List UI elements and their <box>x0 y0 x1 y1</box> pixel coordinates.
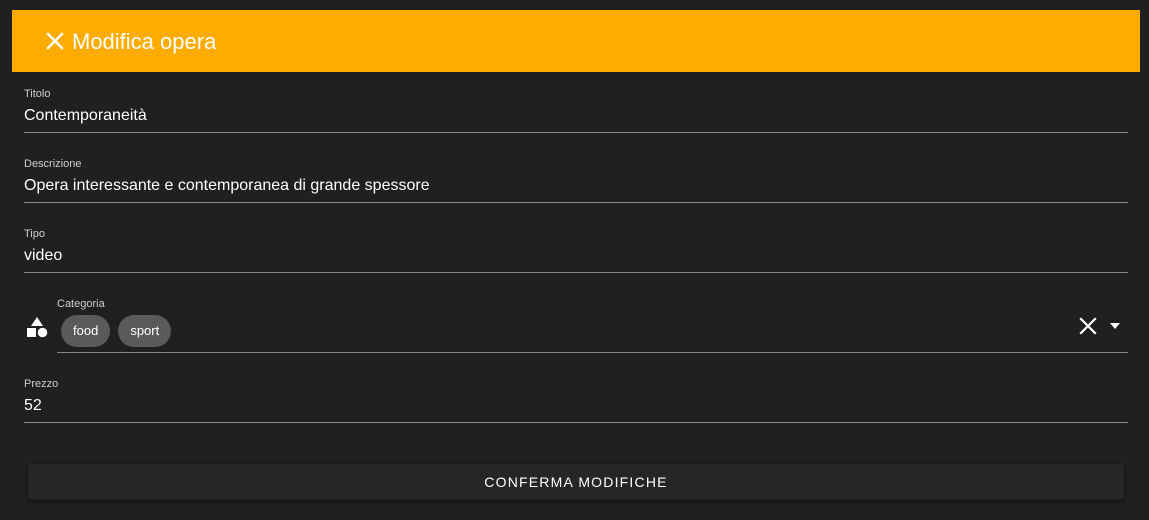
shapes-icon <box>27 317 48 338</box>
titolo-label: Titolo <box>24 88 51 100</box>
chip-food[interactable]: food <box>61 315 111 347</box>
descrizione-label: Descrizione <box>24 158 82 170</box>
tipo-input[interactable]: video <box>24 246 1128 266</box>
prezzo-label: Prezzo <box>24 378 59 390</box>
categoria-label: Categoria <box>57 298 105 310</box>
close-icon[interactable] <box>45 31 65 51</box>
clear-icon[interactable] <box>1079 317 1097 335</box>
chip-sport[interactable]: sport <box>118 315 172 347</box>
confirm-button[interactable]: CONFERMA MODIFICHE <box>28 464 1124 500</box>
categoria-chips: food sport <box>61 315 172 347</box>
prezzo-field[interactable]: Prezzo 52 <box>24 378 1128 423</box>
categoria-field[interactable]: Categoria food sport <box>57 298 1128 353</box>
dialog-header: Modifica opera <box>12 10 1140 72</box>
dialog-title: Modifica opera <box>72 29 217 54</box>
chevron-down-icon[interactable] <box>1109 322 1121 330</box>
prezzo-input[interactable]: 52 <box>24 396 1128 416</box>
edit-dialog: Modifica opera Titolo Contemporaneità De… <box>0 0 1149 520</box>
descrizione-field[interactable]: Descrizione Opera interessante e contemp… <box>24 158 1128 203</box>
descrizione-input[interactable]: Opera interessante e contemporanea di gr… <box>24 176 1128 196</box>
titolo-input[interactable]: Contemporaneità <box>24 106 1128 126</box>
titolo-field[interactable]: Titolo Contemporaneità <box>24 88 1128 133</box>
tipo-field[interactable]: Tipo video <box>24 228 1128 273</box>
tipo-label: Tipo <box>24 228 45 240</box>
